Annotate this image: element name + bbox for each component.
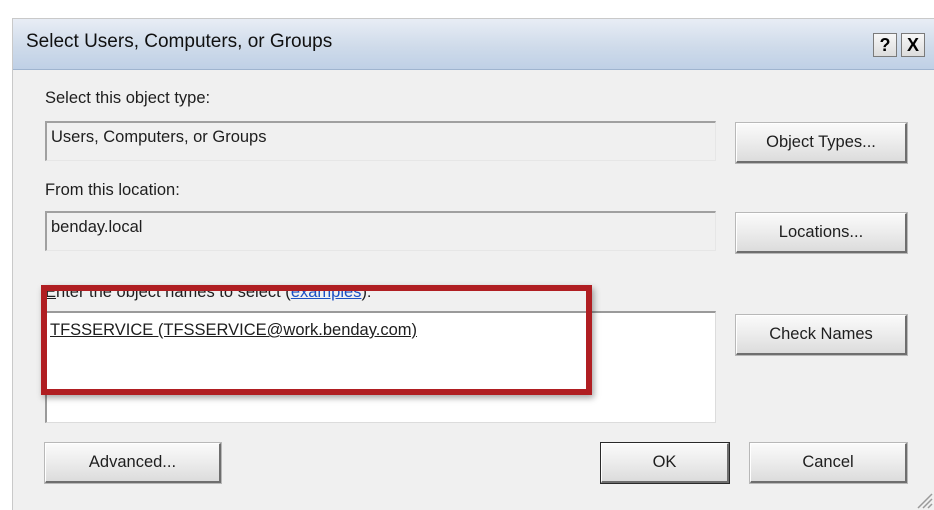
object-names-label-end: ): <box>361 283 372 301</box>
check-names-button[interactable]: Check Names <box>736 315 907 355</box>
examples-link[interactable]: examples <box>291 283 362 301</box>
object-type-label: Select this object type: <box>45 89 211 107</box>
object-names-input[interactable]: TFSSERVICE (TFSSERVICE@work.benday.com) <box>45 311 716 423</box>
close-button[interactable]: X <box>901 33 925 57</box>
object-names-label-text: nter the object names to select ( <box>56 283 291 301</box>
location-label: From this location: <box>45 181 180 199</box>
object-type-field: Users, Computers, or Groups <box>45 121 716 161</box>
object-names-label: Enter the object names to select (exampl… <box>45 283 372 302</box>
object-type-value: Users, Computers, or Groups <box>51 128 267 146</box>
select-users-dialog: Select Users, Computers, or Groups ? X S… <box>12 18 934 510</box>
resolved-object-name[interactable]: TFSSERVICE (TFSSERVICE@work.benday.com) <box>50 321 417 340</box>
resize-grip-icon[interactable] <box>912 488 934 510</box>
object-types-button[interactable]: Object Types... <box>736 123 907 163</box>
title-bar: Select Users, Computers, or Groups ? X <box>13 19 934 70</box>
ok-button[interactable]: OK <box>601 443 729 483</box>
help-button[interactable]: ? <box>873 33 897 57</box>
location-value: benday.local <box>51 218 143 236</box>
cancel-button[interactable]: Cancel <box>750 443 907 483</box>
locations-button[interactable]: Locations... <box>736 213 907 253</box>
location-field: benday.local <box>45 211 716 251</box>
object-names-label-accelerator: E <box>45 283 57 301</box>
window-title: Select Users, Computers, or Groups <box>26 31 333 52</box>
advanced-button[interactable]: Advanced... <box>45 443 221 483</box>
